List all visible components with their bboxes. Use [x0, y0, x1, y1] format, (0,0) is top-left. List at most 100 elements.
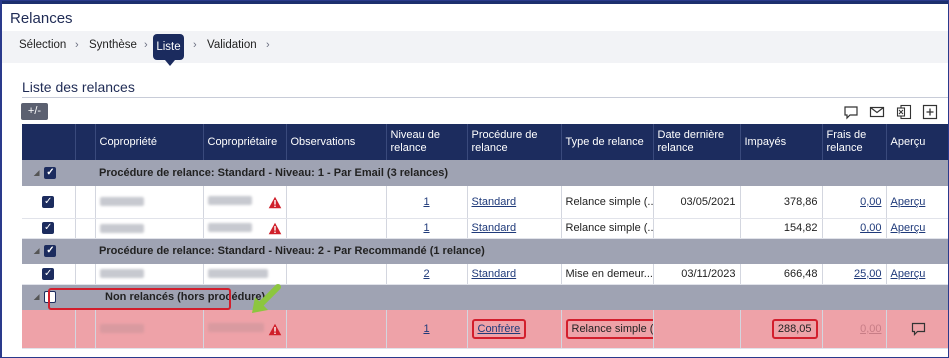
add-icon[interactable] [922, 104, 938, 120]
group-checkbox[interactable]: ✓ [44, 245, 57, 258]
chevron-right-icon: › [266, 39, 270, 51]
apercu-link[interactable]: Aperçu [891, 268, 926, 280]
niveau-cell[interactable]: 1 [386, 310, 468, 349]
redacted-coproprietaire [207, 323, 264, 333]
row-select[interactable] [22, 310, 76, 349]
niveau-link[interactable]: 1 [423, 222, 429, 234]
procedure-link[interactable]: Confrère [478, 323, 521, 335]
header-niveau[interactable]: Niveau de relance [386, 124, 468, 160]
frais-link[interactable]: 0,00 [860, 323, 881, 335]
apercu-link[interactable]: Aperçu [891, 222, 926, 234]
frais-cell[interactable]: 25,00 [822, 264, 887, 285]
apercu-cell[interactable]: Aperçu [886, 218, 948, 239]
redacted-copropriete [99, 223, 144, 233]
step-validation[interactable]: Validation [207, 39, 257, 51]
procedure-link[interactable]: Standard [472, 222, 517, 234]
procedure-cell[interactable]: Confrère [467, 310, 562, 349]
comment-icon[interactable] [911, 322, 926, 336]
header-observations[interactable]: Observations [286, 124, 387, 160]
row-spacer [75, 310, 96, 349]
row-checkbox[interactable]: ✓ [42, 195, 55, 208]
step-synthese[interactable]: Synthèse [89, 39, 137, 51]
apercu-cell[interactable] [886, 310, 948, 349]
table-row-alert[interactable]: 1 Confrère Relance simple (... 288,05 0,… [22, 310, 948, 349]
niveau-cell[interactable]: 1 [386, 218, 468, 239]
frais-link[interactable]: 0,00 [860, 222, 881, 234]
coproprietaire-cell [203, 218, 287, 239]
collapse-triangle-icon[interactable]: ◢ [34, 169, 39, 177]
collapse-triangle-icon[interactable]: ◢ [34, 247, 39, 255]
header-type[interactable]: Type de relance [561, 124, 654, 160]
highlight-non-relances [48, 288, 231, 310]
annotation-arrow-icon [248, 283, 282, 317]
highlight-impayes: 288,05 [771, 318, 818, 339]
date-cell: 03/05/2021 [653, 186, 741, 219]
frais-cell[interactable]: 0,00 [822, 310, 887, 349]
app-window: Relances Sélection › Synthèse › Liste › … [0, 0, 949, 358]
type-cell: Mise en demeur... [561, 264, 654, 285]
mail-icon[interactable] [869, 104, 885, 120]
redacted-copropriete [99, 324, 144, 334]
collapse-triangle-icon[interactable]: ◢ [34, 293, 39, 301]
copropriete-cell [95, 264, 204, 285]
excel-icon[interactable] [896, 104, 912, 120]
copropriete-cell [95, 218, 204, 239]
table-row[interactable]: ✓ 1 Standard Relance simple (... 03/05/2… [22, 186, 948, 219]
procedure-cell[interactable]: Standard [467, 186, 562, 219]
header-apercu[interactable]: Aperçu [886, 124, 948, 160]
section-divider [22, 97, 948, 98]
niveau-cell[interactable]: 1 [386, 186, 468, 219]
group-row: ◢ ✓ Procédure de relance: Standard - Nive… [22, 160, 948, 186]
frais-cell[interactable]: 0,00 [822, 218, 887, 239]
frais-cell[interactable]: 0,00 [822, 186, 887, 219]
step-liste[interactable]: Liste [153, 34, 184, 66]
observations-cell [286, 264, 387, 285]
niveau-link[interactable]: 1 [423, 196, 429, 208]
procedure-link[interactable]: Standard [472, 196, 517, 208]
redacted-copropriete [99, 269, 144, 279]
row-checkbox[interactable]: ✓ [42, 222, 55, 235]
apercu-cell[interactable]: Aperçu [886, 264, 948, 285]
expand-collapse-button[interactable]: +/- [21, 103, 48, 120]
redacted-coproprietaire [207, 196, 252, 206]
niveau-link[interactable]: 2 [423, 268, 429, 280]
header-impayes[interactable]: Impayés [740, 124, 823, 160]
group-toggle[interactable]: ◢ ✓ [22, 238, 95, 264]
header-procedure[interactable]: Procédure de relance [467, 124, 562, 160]
redacted-coproprietaire [207, 222, 252, 232]
copropriete-cell [95, 310, 204, 349]
table-row[interactable]: ✓ 1 Standard Relance simple (... 154,82 … [22, 218, 948, 239]
niveau-link[interactable]: 1 [423, 323, 429, 335]
impayes-cell: 666,48 [740, 264, 823, 285]
row-select[interactable]: ✓ [22, 218, 76, 239]
observations-cell [286, 186, 387, 219]
frais-link[interactable]: 25,00 [854, 268, 882, 280]
group-toggle[interactable]: ◢ ✓ [22, 160, 95, 186]
redacted-copropriete [99, 197, 144, 207]
highlight-procedure: Confrère [471, 318, 527, 339]
niveau-cell[interactable]: 2 [386, 264, 468, 285]
group-checkbox[interactable]: ✓ [44, 167, 57, 180]
step-selection[interactable]: Sélection [19, 39, 66, 51]
header-copropriete[interactable]: Copropriété [95, 124, 204, 160]
header-date[interactable]: Date dernière relance [653, 124, 741, 160]
row-spacer [75, 218, 96, 239]
frais-link[interactable]: 0,00 [860, 196, 881, 208]
row-checkbox[interactable]: ✓ [42, 267, 55, 280]
table-row[interactable]: ✓ 2 Standard Mise en demeur... 03/11/202… [22, 264, 948, 285]
apercu-cell[interactable]: Aperçu [886, 186, 948, 219]
procedure-link[interactable]: Standard [472, 268, 517, 280]
header-frais[interactable]: Frais de relance [822, 124, 887, 160]
redacted-coproprietaire [207, 269, 268, 279]
warning-icon [268, 222, 282, 235]
row-select[interactable]: ✓ [22, 264, 76, 285]
apercu-link[interactable]: Aperçu [891, 196, 926, 208]
comment-icon[interactable] [843, 104, 859, 120]
row-select[interactable]: ✓ [22, 186, 76, 219]
group-row: ◢ ✓ Procédure de relance: Standard - Nive… [22, 238, 948, 264]
procedure-cell[interactable]: Standard [467, 264, 562, 285]
impayes-cell: 154,82 [740, 218, 823, 239]
procedure-cell[interactable]: Standard [467, 218, 562, 239]
date-cell [653, 218, 741, 239]
header-coproprietaire[interactable]: Copropriétaire [203, 124, 287, 160]
